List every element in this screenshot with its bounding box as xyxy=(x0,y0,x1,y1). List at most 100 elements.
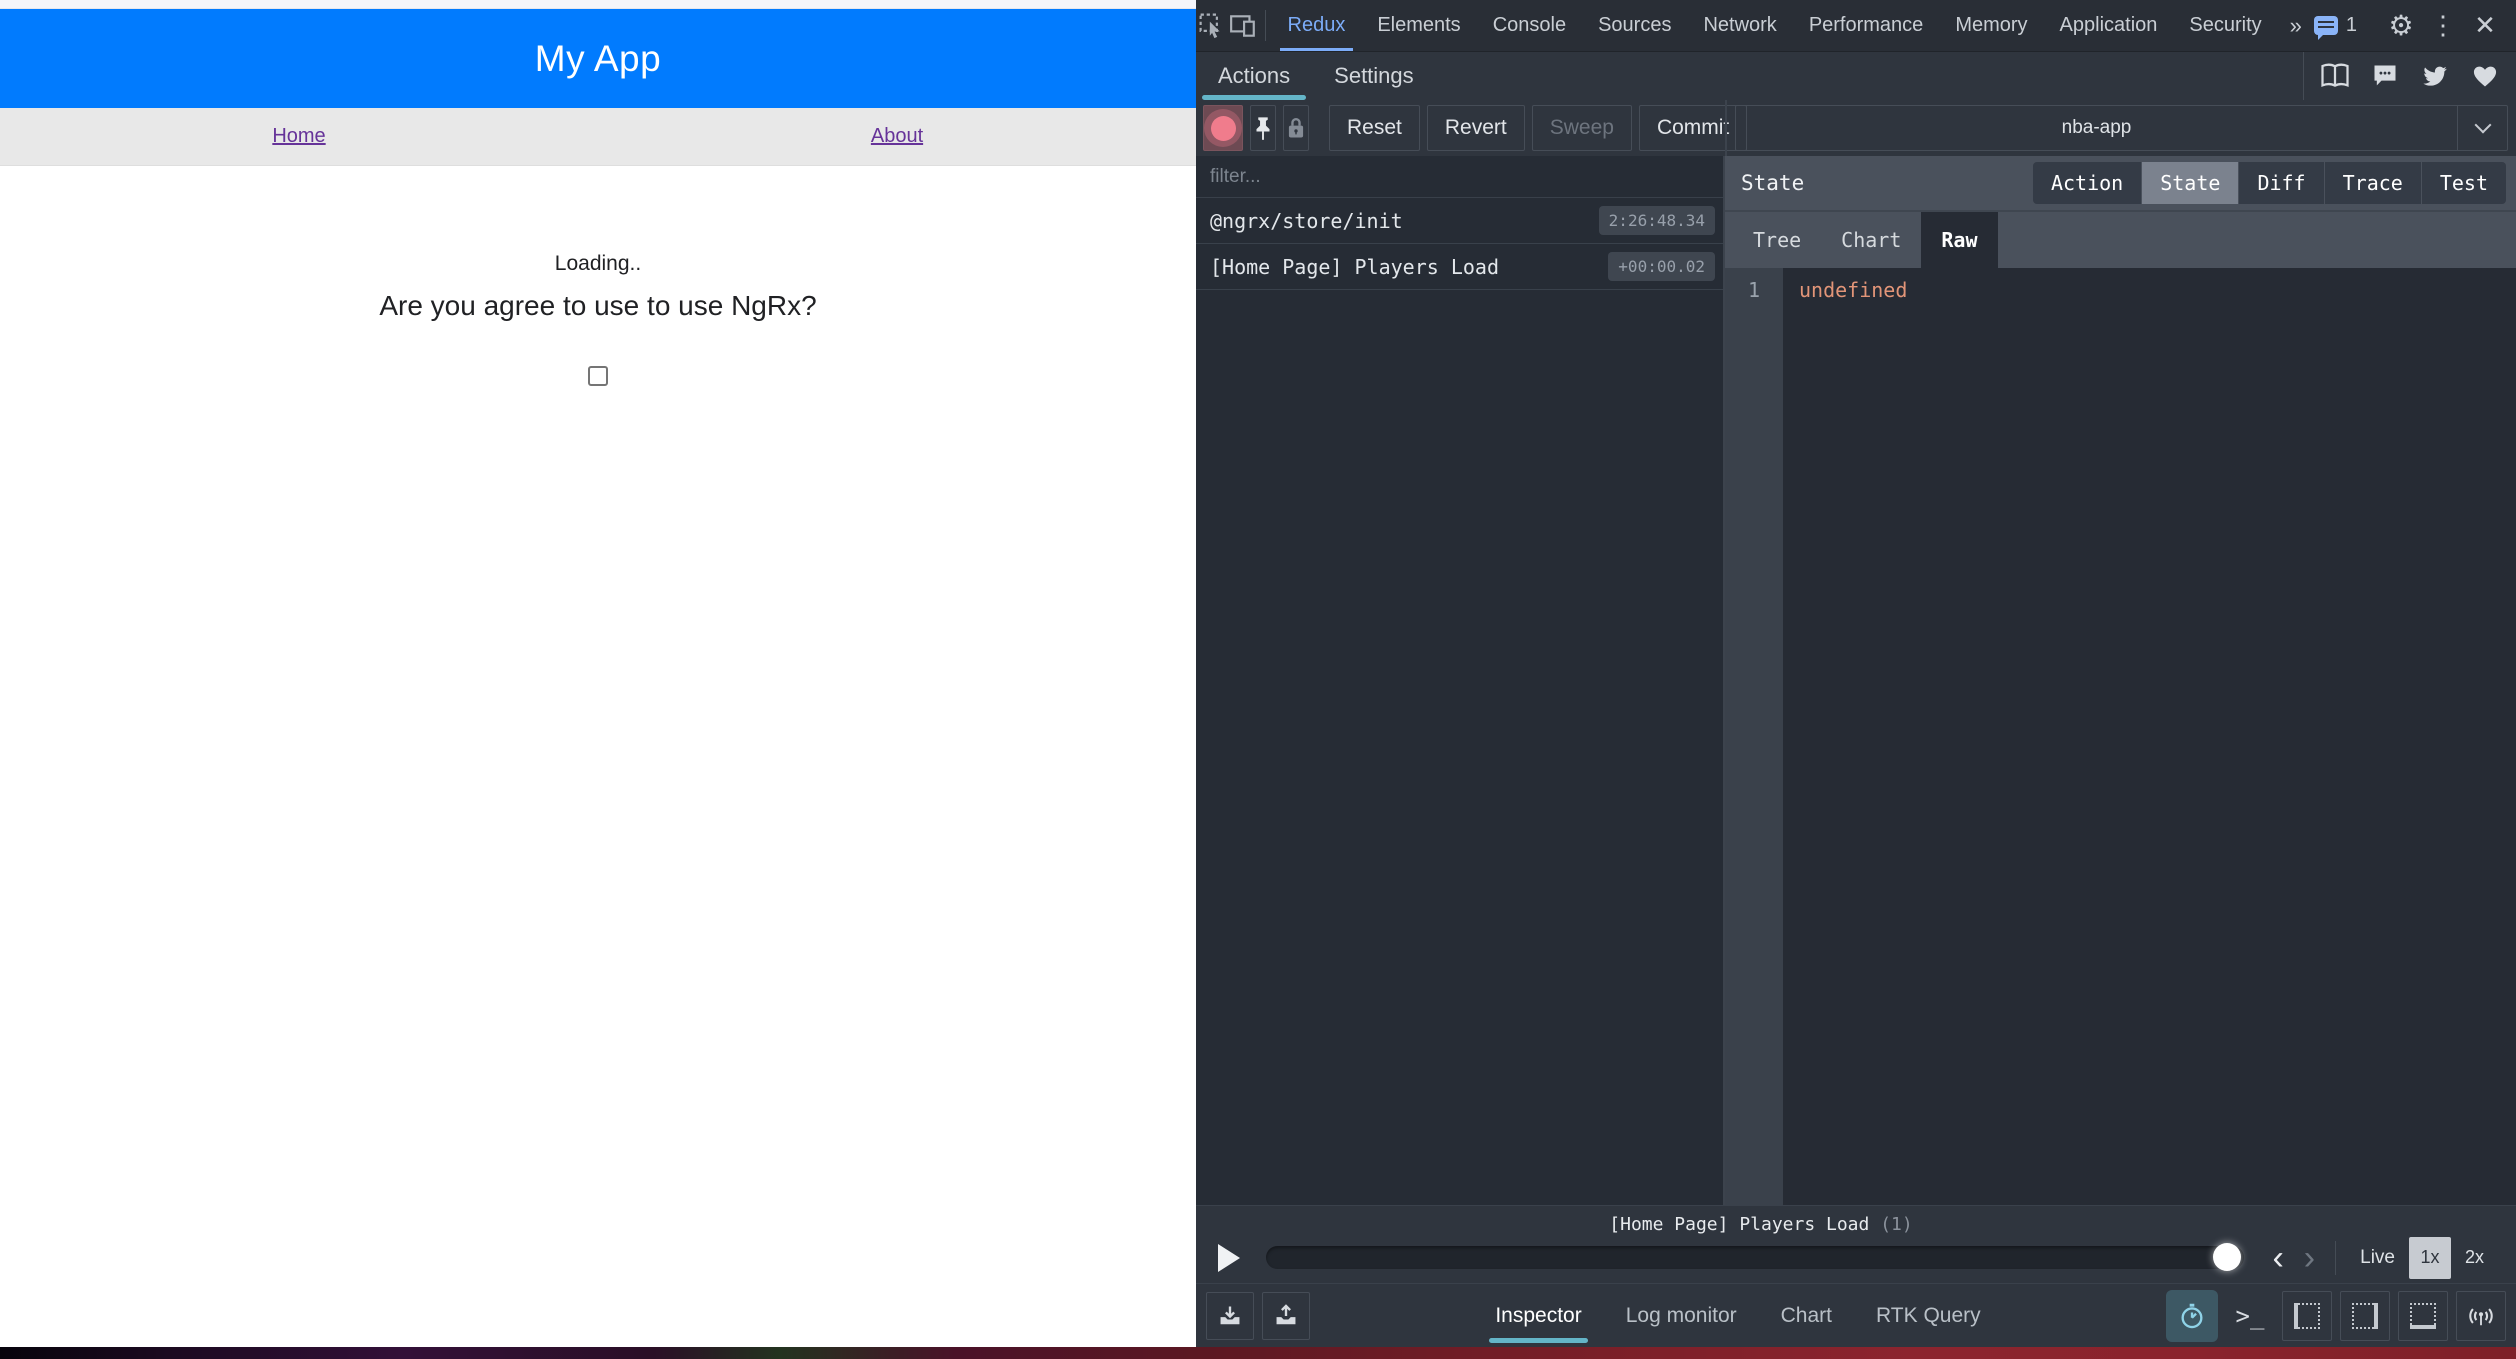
instance-name: nba-app xyxy=(1736,106,2457,150)
docs-book-icon[interactable] xyxy=(2310,62,2360,90)
tab-rtk-query[interactable]: RTK Query xyxy=(1876,1284,1981,1347)
mode-action[interactable]: Action xyxy=(2033,162,2142,204)
tab-sources[interactable]: Sources xyxy=(1582,0,1687,51)
stopwatch-icon[interactable] xyxy=(2166,1290,2218,1342)
record-button[interactable] xyxy=(1203,105,1243,151)
dock-bottom-icon[interactable] xyxy=(2398,1291,2448,1341)
mode-state[interactable]: State xyxy=(2142,162,2239,204)
filter-input[interactable] xyxy=(1210,166,1709,188)
tab-performance[interactable]: Performance xyxy=(1793,0,1940,51)
speed-2x-button[interactable]: 2x xyxy=(2465,1247,2484,1268)
action-row-players-load[interactable]: [Home Page] Players Load +00:00.02 xyxy=(1196,244,1723,290)
sweep-button[interactable]: Sweep xyxy=(1532,105,1632,151)
action-time-badge: 2:26:48.34 xyxy=(1599,206,1715,235)
playback-bar: [Home Page] Players Load (1) ‹ › Live 1x… xyxy=(1196,1205,2516,1283)
state-panel-header: State Action State Diff Trace Test xyxy=(1725,156,2516,210)
pin-button[interactable] xyxy=(1250,105,1276,151)
playback-current-action: [Home Page] Players Load (1) xyxy=(1609,1214,1912,1235)
app-title: My App xyxy=(535,38,661,80)
reset-button[interactable]: Reset xyxy=(1329,105,1420,151)
kebab-menu-icon[interactable]: ⋮ xyxy=(2422,10,2464,41)
subtab-raw[interactable]: Raw xyxy=(1921,212,1997,268)
subtab-tree[interactable]: Tree xyxy=(1733,212,1821,268)
import-button[interactable] xyxy=(1206,1292,1254,1340)
settings-gear-icon[interactable]: ⚙ xyxy=(2380,9,2422,42)
tab-settings[interactable]: Settings xyxy=(1312,52,1436,100)
terminal-icon[interactable]: >_ xyxy=(2226,1292,2274,1340)
state-panel-title: State xyxy=(1741,171,1804,195)
export-button[interactable] xyxy=(1262,1292,1310,1340)
devtools: Redux Elements Console Sources Network P… xyxy=(1196,0,2516,1347)
monitor-tabs: Inspector Log monitor Chart RTK Query xyxy=(1318,1284,2158,1347)
tab-redux[interactable]: Redux xyxy=(1272,0,1362,51)
question-text: Are you agree to use to use NgRx? xyxy=(0,290,1196,322)
step-back-icon[interactable]: ‹ xyxy=(2262,1241,2293,1275)
redux-header-row: Actions Settings xyxy=(1196,52,2516,100)
instance-select[interactable]: nba-app xyxy=(1735,105,2508,151)
tab-chart[interactable]: Chart xyxy=(1781,1284,1832,1347)
twitter-icon[interactable] xyxy=(2410,62,2460,90)
inspect-element-icon[interactable] xyxy=(1196,0,1227,51)
tab-memory[interactable]: Memory xyxy=(1939,0,2043,51)
more-tabs-icon[interactable]: » xyxy=(2278,0,2314,51)
raw-state-value: undefined xyxy=(1783,268,2516,1205)
redux-social-icons xyxy=(2303,52,2516,100)
tab-security[interactable]: Security xyxy=(2173,0,2277,51)
speed-1x-button[interactable]: 1x xyxy=(2409,1237,2451,1279)
screen: My App Home About Loading.. Are you agre… xyxy=(0,0,2516,1359)
actions-list-panel: @ngrx/store/init 2:26:48.34 [Home Page] … xyxy=(1196,156,1725,1205)
record-ring xyxy=(1204,109,1242,147)
instance-select-area: nba-app xyxy=(1725,100,2516,156)
dock-right-icon[interactable] xyxy=(2340,1291,2390,1341)
tab-application[interactable]: Application xyxy=(2044,0,2174,51)
ngrx-consent-checkbox[interactable] xyxy=(588,366,608,386)
tab-console[interactable]: Console xyxy=(1477,0,1582,51)
divider xyxy=(2335,1241,2336,1275)
tab-log-monitor[interactable]: Log monitor xyxy=(1626,1284,1737,1347)
tab-elements[interactable]: Elements xyxy=(1361,0,1476,51)
redux-toolbar: Reset Revert Sweep Commit xyxy=(1196,100,1725,156)
filter-row xyxy=(1196,156,1723,198)
devtools-tab-bar: Redux Elements Console Sources Network P… xyxy=(1196,0,2516,52)
tab-network[interactable]: Network xyxy=(1687,0,1792,51)
state-view-tabs: Tree Chart Raw xyxy=(1725,210,2516,268)
home-link[interactable]: Home xyxy=(272,125,325,147)
issues-icon xyxy=(2314,16,2338,35)
mode-test[interactable]: Test xyxy=(2422,162,2506,204)
about-link[interactable]: About xyxy=(871,125,923,147)
step-forward-icon[interactable]: › xyxy=(2294,1241,2325,1275)
subtab-chart[interactable]: Chart xyxy=(1821,212,1921,268)
state-panel: State Action State Diff Trace Test Tree … xyxy=(1725,156,2516,1205)
lock-button[interactable] xyxy=(1283,105,1309,151)
inspector-mode-switcher: Action State Diff Trace Test xyxy=(2033,162,2506,204)
dock-left-icon[interactable] xyxy=(2282,1291,2332,1341)
feedback-chat-icon[interactable] xyxy=(2360,62,2410,90)
main-row: My App Home About Loading.. Are you agre… xyxy=(0,0,2516,1347)
issues-badge[interactable]: 1 xyxy=(2314,14,2357,37)
playback-action-name: [Home Page] Players Load xyxy=(1609,1214,1869,1235)
playback-slider[interactable] xyxy=(1266,1246,2244,1269)
slider-thumb[interactable] xyxy=(2213,1243,2241,1271)
revert-button[interactable]: Revert xyxy=(1427,105,1525,151)
play-icon[interactable] xyxy=(1218,1244,1240,1272)
remote-connection-icon[interactable] xyxy=(2456,1291,2506,1341)
playback-action-count: (1) xyxy=(1880,1214,1913,1235)
tab-actions[interactable]: Actions xyxy=(1196,52,1312,100)
nav-home-cell: Home xyxy=(0,125,598,148)
tab-inspector[interactable]: Inspector xyxy=(1495,1284,1581,1347)
live-button[interactable]: Live xyxy=(2360,1247,2395,1269)
mode-diff[interactable]: Diff xyxy=(2239,162,2324,204)
sponsor-heart-icon[interactable] xyxy=(2460,63,2510,89)
divider xyxy=(1265,10,1266,41)
chevron-down-icon xyxy=(2474,117,2491,134)
record-dot-icon xyxy=(1211,116,1236,141)
mode-trace[interactable]: Trace xyxy=(2325,162,2422,204)
device-toolbar-icon[interactable] xyxy=(1227,0,1258,51)
app-nav: Home About xyxy=(0,108,1196,166)
close-devtools-icon[interactable]: ✕ xyxy=(2464,10,2506,41)
action-time-badge: +00:00.02 xyxy=(1608,252,1715,281)
desktop-wallpaper-strip xyxy=(0,1347,2516,1359)
action-row-init[interactable]: @ngrx/store/init 2:26:48.34 xyxy=(1196,198,1723,244)
inspector-split: @ngrx/store/init 2:26:48.34 [Home Page] … xyxy=(1196,156,2516,1205)
app-content: Loading.. Are you agree to use to use Ng… xyxy=(0,166,1196,1347)
